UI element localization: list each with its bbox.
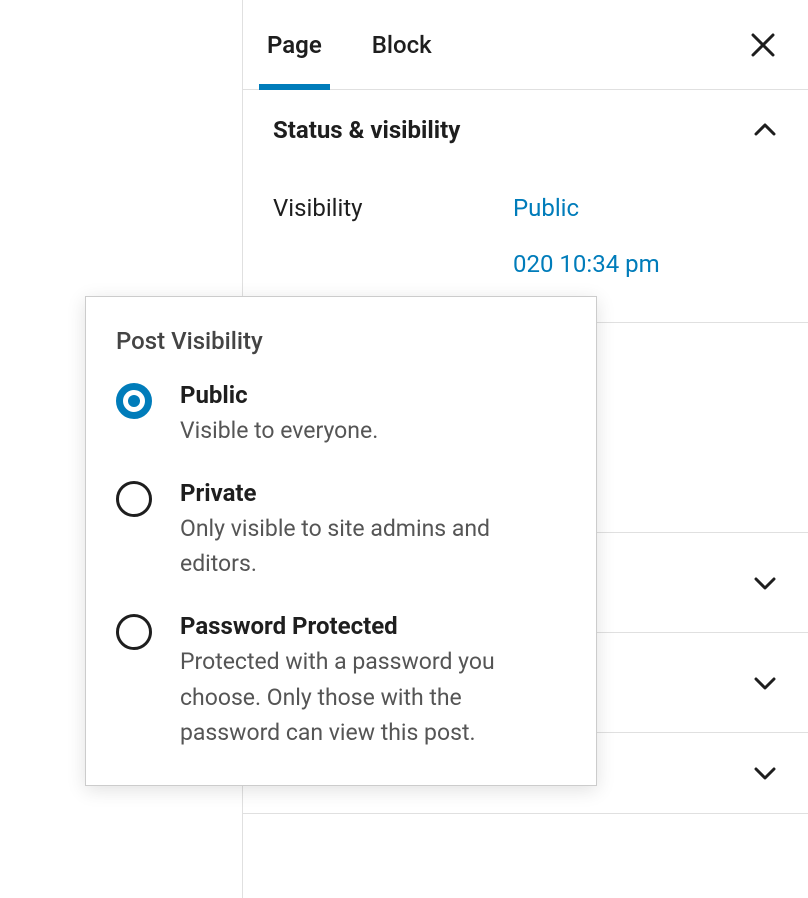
post-visibility-title: Post Visibility (116, 327, 566, 355)
publish-row: 020 10:34 pm (273, 236, 778, 292)
radio-password[interactable] (116, 614, 152, 650)
visibility-option-public[interactable]: Public Visible to everyone. (116, 381, 566, 449)
post-visibility-popover: Post Visibility Public Visible to everyo… (85, 296, 597, 786)
close-sidebar-button[interactable] (742, 24, 784, 66)
radio-password-label: Password Protected (180, 612, 566, 640)
panel-status-visibility-header[interactable]: Status & visibility (243, 90, 808, 170)
tab-block[interactable]: Block (372, 1, 432, 89)
close-icon (750, 32, 776, 58)
chevron-down-icon (752, 670, 778, 696)
visibility-option-private[interactable]: Private Only visible to site admins and … (116, 479, 566, 582)
radio-public[interactable] (116, 383, 152, 419)
radio-password-description: Protected with a password you choose. On… (180, 644, 566, 751)
chevron-down-icon (752, 570, 778, 596)
radio-public-description: Visible to everyone. (180, 413, 566, 449)
visibility-label: Visibility (273, 194, 513, 222)
sidebar-tabs: Page Block (243, 0, 808, 90)
radio-private-description: Only visible to site admins and editors. (180, 511, 566, 582)
radio-password-content: Password Protected Protected with a pass… (180, 612, 566, 751)
visibility-value[interactable]: Public (513, 194, 579, 222)
visibility-row: Visibility Public (273, 180, 778, 236)
publish-value[interactable]: 020 10:34 pm (513, 250, 660, 278)
tab-page[interactable]: Page (267, 1, 322, 89)
visibility-option-password[interactable]: Password Protected Protected with a pass… (116, 612, 566, 751)
radio-private-content: Private Only visible to site admins and … (180, 479, 566, 582)
radio-public-content: Public Visible to everyone. (180, 381, 566, 449)
radio-private[interactable] (116, 481, 152, 517)
radio-private-label: Private (180, 479, 566, 507)
radio-public-label: Public (180, 381, 566, 409)
panel-status-visibility: Status & visibility Visibility Public 02… (243, 90, 808, 323)
chevron-up-icon (752, 117, 778, 143)
panel-status-visibility-title: Status & visibility (273, 116, 460, 144)
chevron-down-icon (752, 760, 778, 786)
